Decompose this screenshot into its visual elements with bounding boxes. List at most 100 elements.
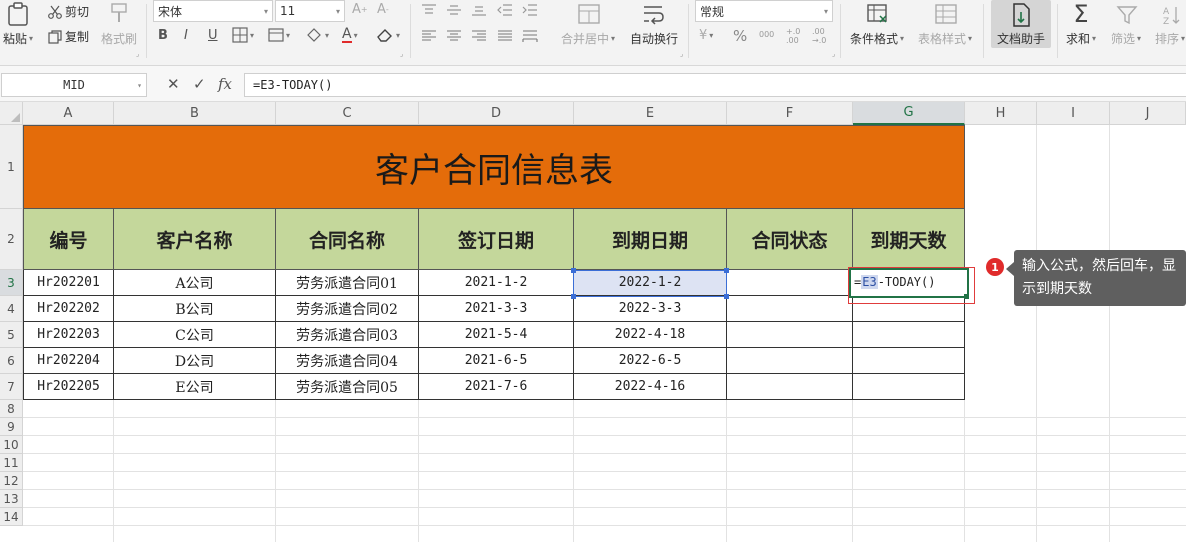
table-cell[interactable] bbox=[727, 374, 853, 400]
align-left-icon[interactable] bbox=[421, 30, 437, 42]
percent-button[interactable]: % bbox=[733, 27, 747, 45]
header-cell-id[interactable]: 编号 bbox=[23, 209, 114, 270]
column-header-b[interactable]: B bbox=[114, 102, 276, 125]
column-header-e[interactable]: E bbox=[574, 102, 727, 125]
table-cell[interactable] bbox=[727, 322, 853, 348]
merge-center-icon[interactable] bbox=[576, 1, 602, 27]
formula-input[interactable]: =E3-TODAY() bbox=[244, 73, 1186, 97]
table-cell[interactable]: Hr202204 bbox=[23, 348, 114, 374]
column-header-f[interactable]: F bbox=[727, 102, 853, 125]
table-cell[interactable] bbox=[727, 348, 853, 374]
header-cell-sign-date[interactable]: 签订日期 bbox=[419, 209, 574, 270]
table-cell[interactable]: 劳务派遣合同05 bbox=[276, 374, 419, 400]
row-header-1[interactable]: 1 bbox=[0, 125, 23, 209]
format-painter-icon[interactable] bbox=[108, 1, 130, 25]
row-header-10[interactable]: 10 bbox=[0, 436, 23, 454]
table-cell[interactable]: 劳务派遣合同03 bbox=[276, 322, 419, 348]
distributed-icon[interactable] bbox=[522, 30, 538, 42]
table-cell[interactable]: B公司 bbox=[114, 296, 276, 322]
table-cell[interactable]: 2021-1-2 bbox=[419, 270, 574, 296]
confirm-icon[interactable]: ✓ bbox=[193, 75, 206, 93]
column-header-d[interactable]: D bbox=[419, 102, 574, 125]
table-cell[interactable]: Hr202201 bbox=[23, 270, 114, 296]
border-icon[interactable]: ▾ bbox=[232, 27, 254, 43]
row-header-13[interactable]: 13 bbox=[0, 490, 23, 508]
conditional-format-button[interactable]: 条件格式 ▾ bbox=[850, 30, 904, 47]
currency-icon[interactable]: ¥ ▾ bbox=[699, 28, 713, 43]
header-cell-contract[interactable]: 合同名称 bbox=[276, 209, 419, 270]
eraser-icon[interactable]: ▾ bbox=[376, 27, 400, 43]
doc-assistant-icon[interactable] bbox=[1008, 1, 1034, 29]
column-header-h[interactable]: H bbox=[965, 102, 1037, 125]
column-header-a[interactable]: A bbox=[23, 102, 114, 125]
sort-button[interactable]: 排序 ▾ bbox=[1155, 30, 1185, 47]
row-header-6[interactable]: 6 bbox=[0, 348, 23, 374]
table-cell[interactable]: 劳务派遣合同01 bbox=[276, 270, 419, 296]
row-header-7[interactable]: 7 bbox=[0, 374, 23, 400]
row-header-14[interactable]: 14 bbox=[0, 508, 23, 526]
font-color-icon[interactable]: A ▾ bbox=[342, 27, 358, 43]
ref-handle[interactable] bbox=[571, 294, 576, 299]
underline-button[interactable]: U bbox=[208, 28, 218, 43]
table-cell[interactable]: Hr202202 bbox=[23, 296, 114, 322]
row-header-9[interactable]: 9 bbox=[0, 418, 23, 436]
decrease-indent-icon[interactable] bbox=[497, 4, 513, 16]
cut-button[interactable]: 剪切 bbox=[48, 3, 89, 20]
thousands-button[interactable]: 000 bbox=[759, 30, 774, 39]
sum-icon[interactable]: Σ bbox=[1068, 0, 1094, 28]
header-cell-client[interactable]: 客户名称 bbox=[114, 209, 276, 270]
table-cell[interactable] bbox=[727, 270, 853, 296]
justify-icon[interactable] bbox=[497, 30, 513, 42]
sum-button[interactable]: 求和 ▾ bbox=[1066, 30, 1096, 47]
table-cell[interactable]: 劳务派遣合同02 bbox=[276, 296, 419, 322]
filter-button[interactable]: 筛选 ▾ bbox=[1111, 30, 1141, 47]
format-painter-button[interactable]: 格式刷 bbox=[101, 30, 137, 47]
table-cell[interactable]: 2021-7-6 bbox=[419, 374, 574, 400]
ref-handle[interactable] bbox=[724, 294, 729, 299]
select-all-corner[interactable] bbox=[0, 102, 23, 125]
filter-icon[interactable] bbox=[1114, 2, 1140, 28]
table-style-button[interactable]: 表格样式 ▾ bbox=[918, 30, 972, 47]
paste-button[interactable]: 粘贴 ▾ bbox=[3, 30, 33, 47]
table-cell[interactable]: 2022-4-18 bbox=[574, 322, 727, 348]
header-cell-due-date[interactable]: 到期日期 bbox=[574, 209, 727, 270]
wrap-text-icon[interactable] bbox=[640, 1, 666, 27]
doc-assistant-button[interactable]: 文档助手 bbox=[997, 30, 1045, 47]
table-cell[interactable] bbox=[853, 374, 965, 400]
table-cell[interactable]: D公司 bbox=[114, 348, 276, 374]
font-name-select[interactable]: 宋体 ▾ bbox=[153, 0, 273, 22]
column-header-g[interactable]: G bbox=[853, 102, 965, 125]
column-header-c[interactable]: C bbox=[276, 102, 419, 125]
table-cell[interactable]: Hr202205 bbox=[23, 374, 114, 400]
table-cell[interactable]: 2021-3-3 bbox=[419, 296, 574, 322]
column-header-j[interactable]: J bbox=[1110, 102, 1186, 125]
cancel-icon[interactable]: ✕ bbox=[167, 75, 180, 93]
number-launcher-icon[interactable]: ⌟ bbox=[832, 50, 835, 58]
align-center-icon[interactable] bbox=[446, 30, 462, 42]
align-bottom-icon[interactable] bbox=[471, 4, 487, 16]
italic-button[interactable]: I bbox=[184, 28, 188, 43]
table-style-icon[interactable] bbox=[933, 1, 959, 27]
ref-handle[interactable] bbox=[571, 268, 576, 273]
font-launcher-icon[interactable]: ⌟ bbox=[400, 50, 403, 58]
row-header-11[interactable]: 11 bbox=[0, 454, 23, 472]
copy-button[interactable]: 复制 bbox=[48, 28, 89, 45]
decrease-font-icon[interactable]: A- bbox=[377, 2, 389, 17]
paste-icon[interactable] bbox=[6, 2, 30, 26]
table-cell[interactable] bbox=[853, 322, 965, 348]
table-cell[interactable]: 2022-4-16 bbox=[574, 374, 727, 400]
increase-decimal-button[interactable]: +.0 .00 bbox=[786, 27, 806, 45]
name-box[interactable]: MID ▾ bbox=[1, 73, 147, 97]
column-header-i[interactable]: I bbox=[1037, 102, 1110, 125]
row-header-4[interactable]: 4 bbox=[0, 296, 23, 322]
table-cell[interactable]: A公司 bbox=[114, 270, 276, 296]
merge-center-button[interactable]: 合并居中 ▾ bbox=[561, 30, 615, 47]
table-cell[interactable]: 2022-6-5 bbox=[574, 348, 727, 374]
header-cell-days-left[interactable]: 到期天数 bbox=[853, 209, 965, 270]
alignment-launcher-icon[interactable]: ⌟ bbox=[680, 50, 683, 58]
table-cell[interactable]: E公司 bbox=[114, 374, 276, 400]
conditional-format-icon[interactable] bbox=[865, 1, 891, 27]
cell-style-icon[interactable]: ▾ bbox=[268, 27, 290, 43]
insert-function-button[interactable]: fx bbox=[218, 75, 232, 93]
table-cell[interactable]: 2021-6-5 bbox=[419, 348, 574, 374]
